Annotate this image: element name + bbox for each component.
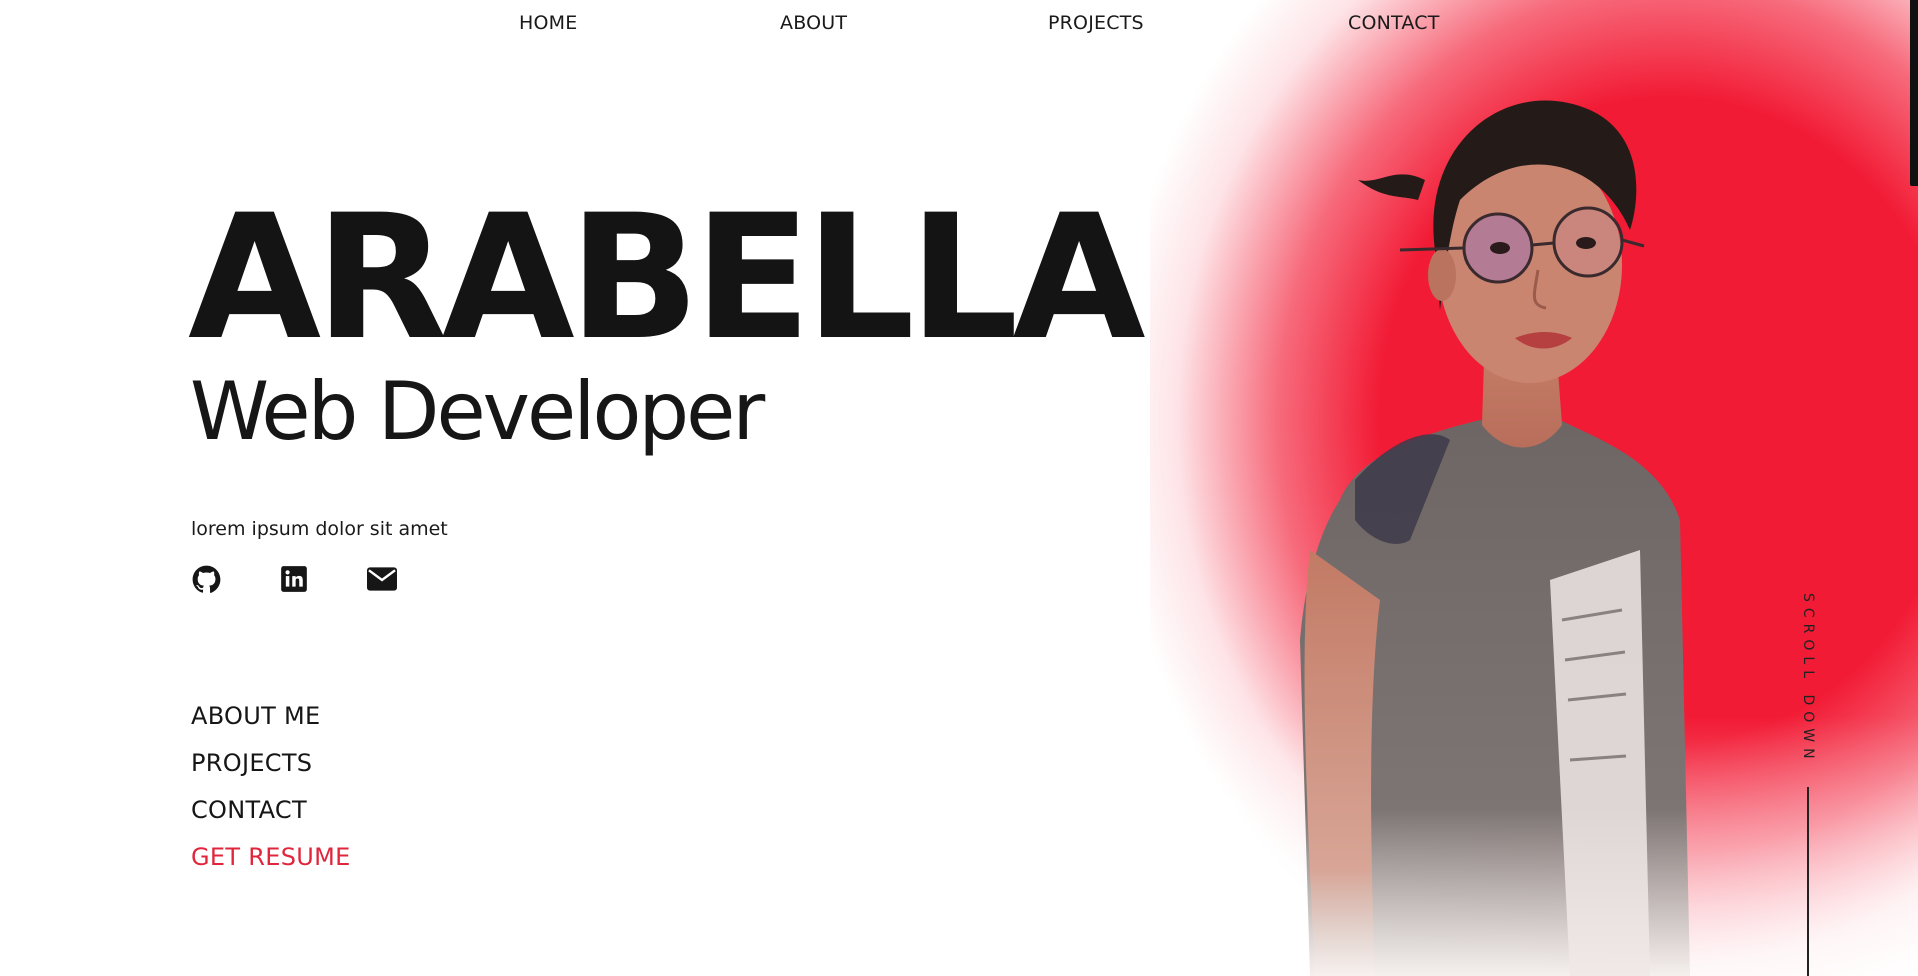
envelope-icon [367, 567, 397, 591]
get-resume-link[interactable]: GET RESUME [191, 844, 351, 870]
linkedin-icon [281, 566, 307, 592]
top-navigation: HOME ABOUT PROJECTS CONTACT [0, 0, 1918, 48]
github-icon [192, 565, 220, 593]
nav-contact-link[interactable]: CONTACT [1348, 12, 1440, 34]
hero-tagline: lorem ipsum dolor sit amet [191, 518, 448, 540]
social-links [191, 564, 397, 594]
github-link[interactable] [191, 564, 221, 594]
menu-projects[interactable]: PROJECTS [191, 750, 351, 776]
hero-name: ARABELLA [188, 177, 1146, 378]
menu-about-me[interactable]: ABOUT ME [191, 703, 351, 729]
side-menu: ABOUT ME PROJECTS CONTACT GET RESUME [191, 703, 351, 870]
page-scrollbar-thumb[interactable] [1910, 0, 1918, 186]
scroll-down-label[interactable]: SCROLL DOWN [1800, 593, 1816, 765]
nav-projects-link[interactable]: PROJECTS [1048, 12, 1144, 34]
linkedin-link[interactable] [279, 564, 309, 594]
menu-contact[interactable]: CONTACT [191, 797, 351, 823]
scroll-down-indicator: SCROLL DOWN [1800, 593, 1816, 976]
hero-role: Web Developer [190, 365, 765, 458]
portrait-photo [1300, 100, 1690, 976]
portfolio-page: HOME ABOUT PROJECTS CONTACT ARABELLA Web… [0, 0, 1918, 976]
scroll-down-line [1807, 786, 1809, 976]
nav-home-link[interactable]: HOME [519, 12, 577, 34]
nav-about-link[interactable]: ABOUT [780, 12, 847, 34]
email-link[interactable] [367, 564, 397, 594]
